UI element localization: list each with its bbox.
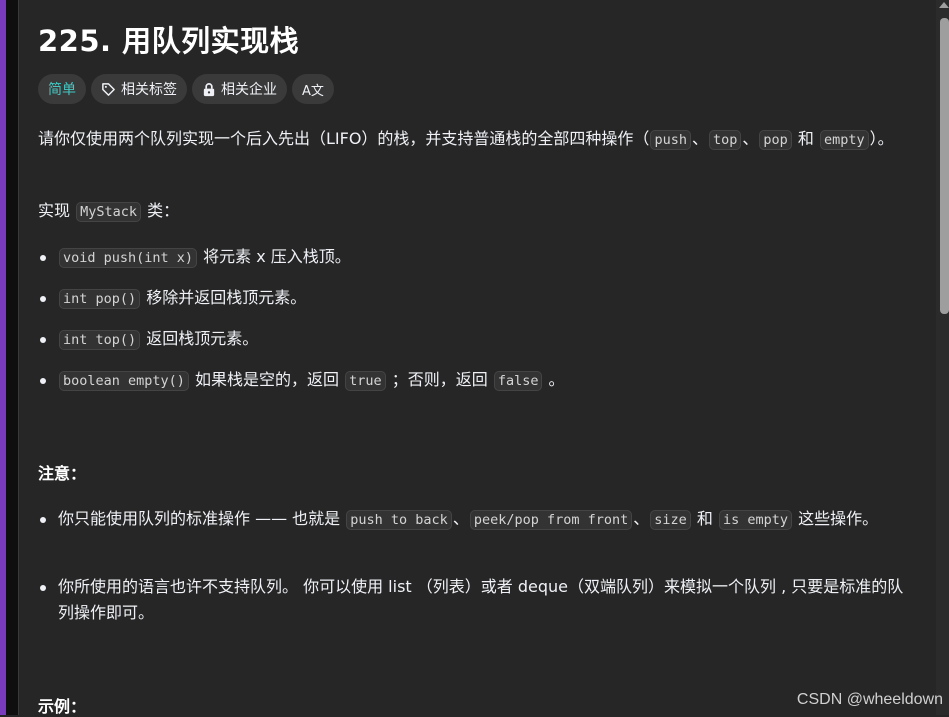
method-description: ；否则，返回: [386, 370, 493, 389]
method-description: 返回栈顶元素。: [141, 329, 259, 348]
separator: 、: [691, 129, 708, 148]
method-description: 如果栈是空的，返回: [189, 370, 345, 389]
separator: 、: [452, 509, 469, 528]
problem-title: 225. 用队列实现栈: [38, 24, 300, 58]
separator: 、: [742, 129, 759, 148]
problem-tags: 简单 相关标签 相关企业 A文: [38, 74, 334, 104]
note-item: 你只能使用队列的标准操作 —— 也就是 push to back、 peek/po…: [38, 506, 908, 533]
note-text: 你所使用的语言也许不支持队列。 你可以使用 list （列表）或者 deque（…: [58, 577, 904, 622]
code-top: top: [708, 130, 742, 150]
left-panel-strip: [6, 0, 18, 715]
related-companies-button[interactable]: 相关企业: [192, 74, 287, 104]
method-code: boolean empty(): [59, 371, 189, 391]
code-pop: pop: [759, 130, 792, 150]
code-size: size: [650, 510, 691, 530]
and-text: 和: [691, 509, 718, 528]
method-item: int pop() 移除并返回栈顶元素。: [38, 285, 908, 312]
example-heading: 示例：: [38, 697, 87, 716]
method-code: int pop(): [59, 289, 141, 309]
difficulty-label: 简单: [48, 82, 76, 98]
method-code: int top(): [59, 330, 141, 350]
intro-paragraph: 请你仅使用两个队列实现一个后入先出（LIFO）的栈，并支持普通栈的全部四种操作（…: [38, 126, 908, 153]
note-text: 这些操作。: [793, 509, 879, 528]
method-description: 。: [543, 370, 565, 389]
related-tags-label: 相关标签: [121, 82, 177, 98]
translate-icon: A文: [302, 83, 324, 99]
method-item: void push(int x) 将元素 x 压入栈顶。: [38, 244, 908, 271]
related-companies-label: 相关企业: [221, 82, 277, 98]
difficulty-badge: 简单: [38, 74, 86, 104]
note-item: 你所使用的语言也许不支持队列。 你可以使用 list （列表）或者 deque（…: [38, 574, 908, 626]
implement-prefix: 实现: [38, 201, 76, 220]
and-text: 和: [792, 129, 819, 148]
code-peek-pop: peek/pop from front: [469, 510, 633, 530]
notes-heading: 注意：: [38, 464, 87, 483]
intro-text: 请你仅使用两个队列实现一个后入先出（LIFO）的栈，并支持普通栈的全部四种操作（: [38, 129, 650, 148]
method-description: 移除并返回栈顶元素。: [141, 288, 307, 307]
code-mystack: MyStack: [76, 202, 141, 222]
method-item: int top() 返回栈顶元素。: [38, 326, 908, 353]
related-tags-button[interactable]: 相关标签: [91, 74, 187, 104]
method-item: boolean empty() 如果栈是空的，返回 true ；否则，返回 fa…: [38, 367, 908, 394]
scroll-up-arrow-icon[interactable]: [939, 2, 949, 8]
watermark: CSDN @wheeldown: [796, 691, 943, 708]
intro-end: ）。: [869, 129, 894, 148]
method-code: void push(int x): [59, 248, 198, 268]
code-true: true: [345, 371, 386, 391]
code-is-empty: is empty: [718, 510, 793, 530]
separator: 、: [633, 509, 650, 528]
code-push-to-back: push to back: [346, 510, 452, 530]
tag-icon: [101, 82, 116, 97]
note-text: 你只能使用队列的标准操作 —— 也就是: [58, 509, 346, 528]
code-false: false: [493, 371, 543, 391]
scrollbar-thumb[interactable]: [940, 18, 949, 314]
lock-icon: [202, 82, 216, 97]
translate-button[interactable]: A文: [292, 74, 334, 104]
panel-divider[interactable]: [18, 0, 19, 715]
implement-paragraph: 实现 MyStack 类：: [38, 198, 908, 225]
implement-suffix: 类：: [142, 201, 180, 220]
code-push: push: [650, 130, 691, 150]
code-empty: empty: [819, 130, 869, 150]
method-description: 将元素 x 压入栈顶。: [198, 247, 351, 266]
